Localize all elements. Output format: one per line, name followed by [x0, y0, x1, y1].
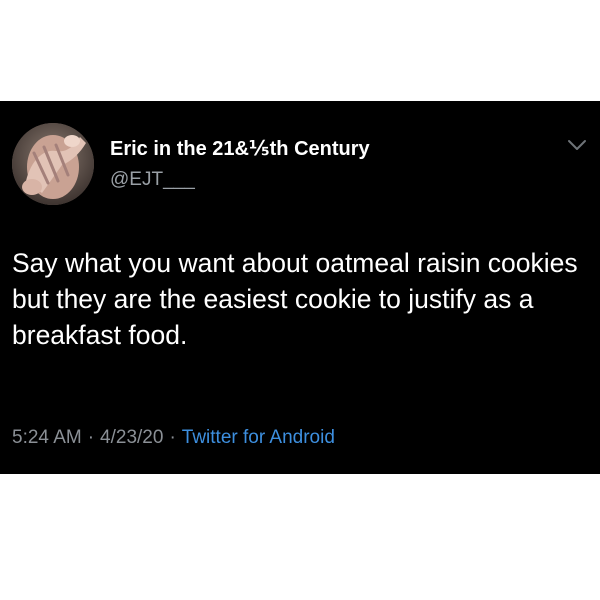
chevron-down-icon[interactable] [566, 137, 588, 153]
tweet-source-link[interactable]: Twitter for Android [182, 427, 335, 448]
meta-separator: · [169, 427, 176, 448]
tweet-card: Eric in the 21&⅕th Century @EJT___ Say w… [0, 101, 600, 474]
display-name[interactable]: Eric in the 21&⅕th Century [110, 136, 370, 161]
tweet-date[interactable]: 4/23/20 [100, 427, 163, 448]
tweet-text: Say what you want about oatmeal raisin c… [12, 248, 578, 350]
user-handle[interactable]: @EJT___ [110, 169, 195, 191]
meta-separator: · [87, 427, 95, 448]
avatar[interactable] [12, 123, 94, 205]
tweet-time[interactable]: 5:24 AM [12, 427, 82, 448]
tweet-meta: 5:24 AM · 4/23/20 · Twitter for Android [12, 427, 335, 449]
avatar-image [12, 123, 94, 205]
